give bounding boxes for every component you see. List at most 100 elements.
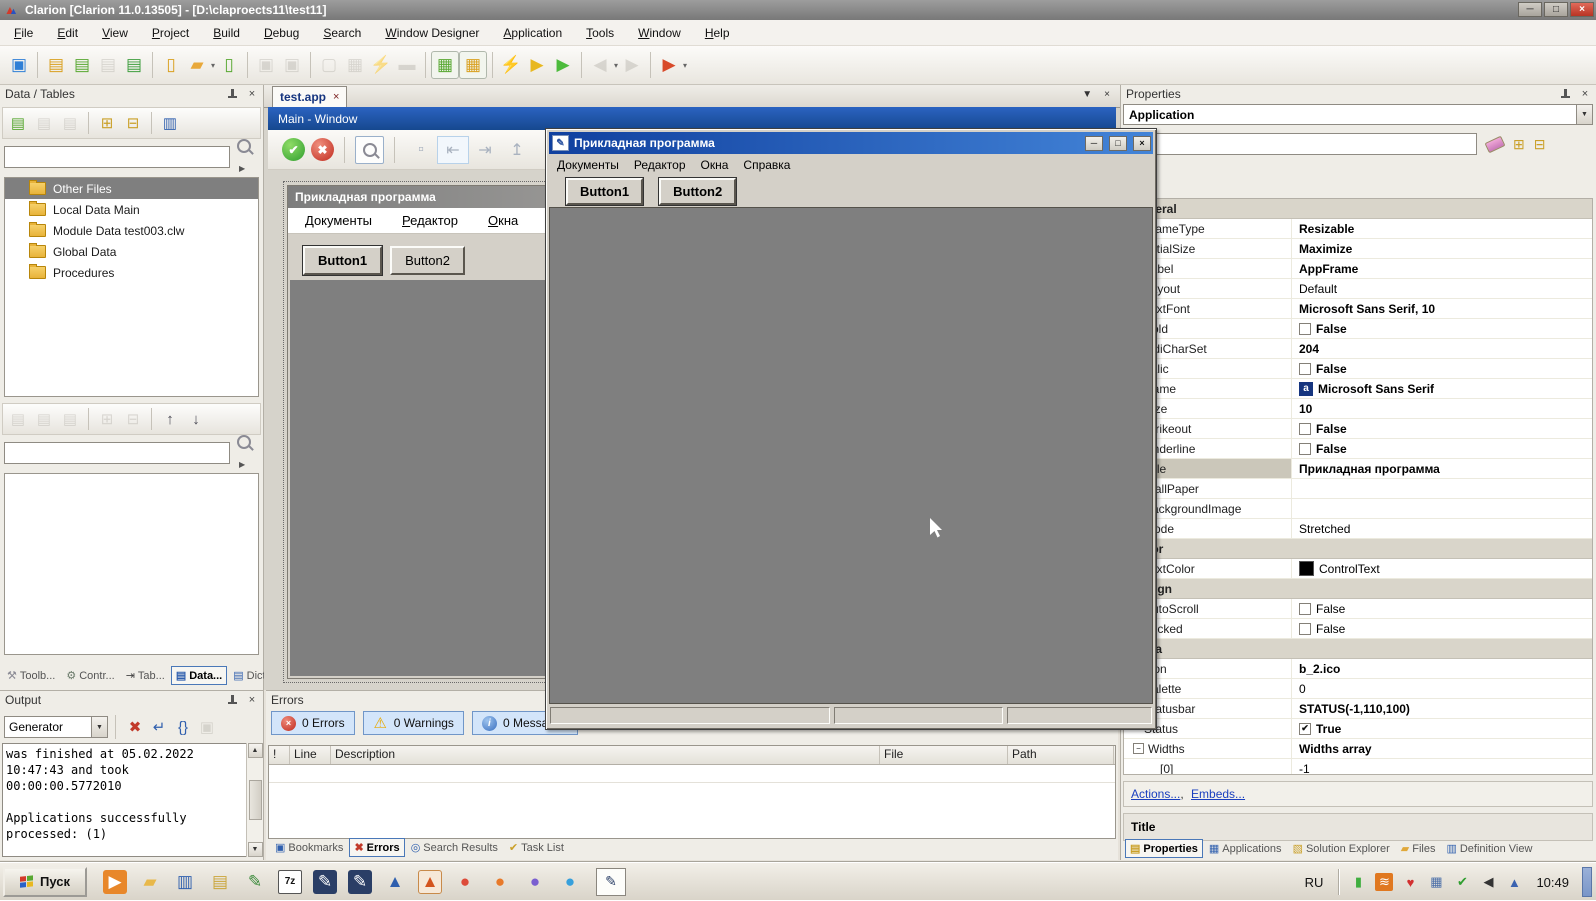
- new-file-icon[interactable]: ▯: [158, 52, 184, 78]
- network-tray-icon[interactable]: ▮: [1349, 873, 1367, 891]
- minimize-button[interactable]: ─: [1085, 136, 1103, 151]
- edit-window-icon[interactable]: ▢: [316, 52, 342, 78]
- checkbox-icon[interactable]: [1299, 443, 1311, 455]
- property-row[interactable]: − Name a Microsoft Sans Serif: [1124, 379, 1592, 399]
- nav-forward-icon[interactable]: ▶: [619, 52, 645, 78]
- property-value[interactable]: a Microsoft Sans Serif: [1292, 379, 1592, 398]
- chrome-icon[interactable]: ●: [453, 870, 477, 894]
- search-options-arrow-icon[interactable]: ▶: [239, 460, 245, 469]
- app-button[interactable]: Button2: [659, 178, 736, 205]
- close-pane-icon[interactable]: ×: [1579, 88, 1591, 100]
- property-value[interactable]: a False: [1292, 439, 1592, 458]
- app-window-client[interactable]: [549, 207, 1153, 704]
- errors-column-header[interactable]: File: [880, 746, 1008, 764]
- output-device-select[interactable]: Generator ▼: [4, 716, 108, 738]
- menu-item[interactable]: File: [14, 26, 33, 40]
- tab-list-arrow-icon[interactable]: ▼: [1082, 89, 1092, 100]
- clock[interactable]: 10:49: [1532, 875, 1573, 890]
- checkbox-icon[interactable]: [1299, 603, 1311, 615]
- property-value[interactable]: a -1: [1292, 759, 1592, 775]
- close-pane-icon[interactable]: ×: [246, 88, 258, 100]
- property-value[interactable]: a False: [1292, 359, 1592, 378]
- property-value[interactable]: a 10: [1292, 399, 1592, 418]
- viber-icon[interactable]: ●: [523, 870, 547, 894]
- property-value[interactable]: a Maximize: [1292, 239, 1592, 258]
- scroll-up-icon[interactable]: ▲: [248, 743, 263, 758]
- menu-item[interactable]: Project: [152, 26, 189, 40]
- tree-item[interactable]: Module Data test003.clw: [5, 220, 258, 241]
- property-row[interactable]: − Status a True: [1124, 719, 1592, 739]
- maximize-button[interactable]: □: [1109, 136, 1127, 151]
- tree-item[interactable]: Other Files: [5, 178, 258, 199]
- app-task-button[interactable]: ✎: [596, 868, 626, 896]
- close-document-icon[interactable]: ×: [1104, 89, 1110, 100]
- firefox-icon[interactable]: ●: [488, 870, 512, 894]
- clear-output-icon[interactable]: ✖: [123, 715, 147, 739]
- run-icon[interactable]: ▶: [550, 52, 576, 78]
- delete-item-icon[interactable]: ▤: [58, 111, 82, 135]
- dock-tab[interactable]: ✔ Task List: [504, 838, 569, 857]
- add-app-window-icon[interactable]: ▤: [121, 52, 147, 78]
- java-tray-icon[interactable]: ≋: [1375, 873, 1393, 891]
- clarion-blue-icon[interactable]: ▲: [383, 870, 407, 894]
- delete-column-icon[interactable]: ▤: [58, 407, 82, 431]
- property-value[interactable]: a b_2.ico: [1292, 659, 1592, 678]
- property-row[interactable]: − Layout a Default: [1124, 279, 1592, 299]
- errors-filter-button[interactable]: 0 Warnings: [363, 711, 464, 735]
- dock-tab[interactable]: ▤ Data...: [171, 666, 227, 685]
- property-link[interactable]: Actions...: [1131, 787, 1180, 801]
- dropdown-arrow-icon[interactable]: ▾: [211, 61, 215, 70]
- pin-icon[interactable]: [228, 695, 238, 705]
- dock-tab[interactable]: ▰ Files: [1396, 839, 1441, 858]
- explorer-icon[interactable]: ▥: [173, 870, 197, 894]
- menu-item[interactable]: Debug: [264, 26, 299, 40]
- dock-tab[interactable]: ▥ Definition View: [1441, 839, 1537, 858]
- search-options-arrow-icon[interactable]: ▶: [239, 164, 245, 173]
- property-row[interactable]: − Underline a False: [1124, 439, 1592, 459]
- close-pane-icon[interactable]: ×: [246, 694, 258, 706]
- tree-item[interactable]: Global Data: [5, 241, 258, 262]
- minimize-button[interactable]: ─: [1518, 2, 1542, 17]
- close-button[interactable]: ×: [1570, 2, 1594, 17]
- collapse-all-icon[interactable]: ⊟: [1534, 136, 1546, 153]
- output-scrollbar[interactable]: ▲ ▼: [246, 743, 263, 857]
- data-search-input[interactable]: [4, 146, 230, 168]
- expand-icon[interactable]: ⊞: [95, 407, 119, 431]
- language-indicator[interactable]: RU: [1299, 875, 1330, 890]
- property-row[interactable]: − Label a AppFrame: [1124, 259, 1592, 279]
- dock-tab[interactable]: ▦ Applications: [1204, 839, 1287, 858]
- preview-button[interactable]: [355, 136, 384, 164]
- tree-item[interactable]: Local Data Main: [5, 199, 258, 220]
- checkbox-icon[interactable]: [1299, 723, 1311, 735]
- document-tab[interactable]: test.app ×: [272, 86, 347, 107]
- 7zip-icon[interactable]: 7z: [278, 870, 302, 894]
- debug-icon[interactable]: ⚡: [498, 52, 524, 78]
- deploy-html5-icon[interactable]: ▶: [656, 52, 682, 78]
- app-menu-item[interactable]: Редактор: [634, 158, 686, 172]
- open-file-icon[interactable]: ▰: [184, 52, 210, 78]
- errors-column-header[interactable]: Line: [290, 746, 331, 764]
- property-value[interactable]: a Resizable: [1292, 219, 1592, 238]
- show-desktop-button[interactable]: [1582, 867, 1592, 897]
- open-app-window-icon[interactable]: ▤: [69, 52, 95, 78]
- menu-item[interactable]: Window: [638, 26, 681, 40]
- property-row[interactable]: − TextColor a ControlText: [1124, 559, 1592, 579]
- save-icon[interactable]: ▣: [253, 52, 279, 78]
- pin-icon[interactable]: [1561, 89, 1571, 99]
- new-app-window-icon[interactable]: ▤: [43, 52, 69, 78]
- property-row[interactable]: − [0] a -1: [1124, 759, 1592, 775]
- property-row[interactable]: − BackgroundImage a: [1124, 499, 1592, 519]
- dock-tab[interactable]: ⇥ Tab...: [121, 666, 170, 685]
- copy-output-icon[interactable]: ▣: [195, 715, 219, 739]
- pin-icon[interactable]: [228, 89, 238, 99]
- property-value[interactable]: a STATUS(-1,110,100): [1292, 699, 1592, 718]
- property-row[interactable]: − General a: [1124, 199, 1592, 219]
- clarion-pen-icon[interactable]: ✎: [313, 870, 337, 894]
- menu-item[interactable]: Tools: [586, 26, 614, 40]
- move-up-icon[interactable]: ↑: [158, 407, 182, 431]
- property-row[interactable]: − FrameType a Resizable: [1124, 219, 1592, 239]
- notepad-icon[interactable]: ✎: [243, 870, 267, 894]
- property-row[interactable]: − Size a 10: [1124, 399, 1592, 419]
- property-row[interactable]: − Italic a False: [1124, 359, 1592, 379]
- errors-column-header[interactable]: Description: [331, 746, 880, 764]
